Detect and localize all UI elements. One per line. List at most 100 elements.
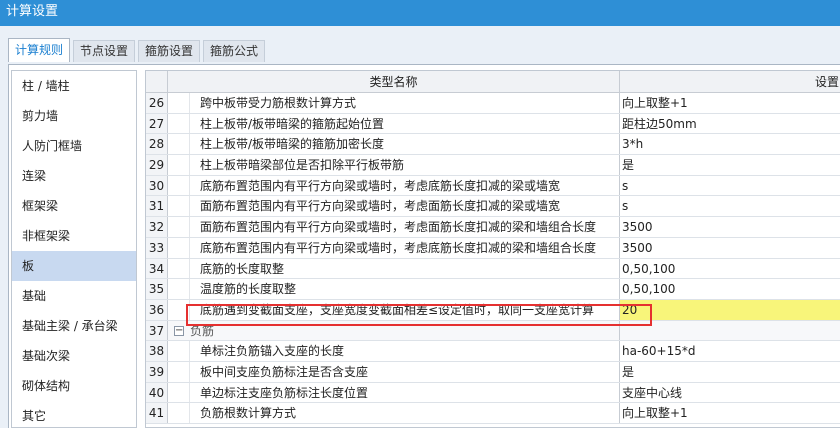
table-row[interactable]: 35 温度筋的长度取整 0,50,100	[146, 279, 840, 300]
sidebar-item-slab[interactable]: 板	[12, 251, 136, 281]
row-indent	[168, 134, 190, 155]
table-row[interactable]: 32 面筋布置范围内有平行方向梁或墙时，考虑面筋长度扣减的梁和墙组合长度 3500	[146, 217, 840, 238]
table-row[interactable]: 30 底筋布置范围内有平行方向梁或墙时，考虑底筋长度扣减的梁或墙宽 s	[146, 175, 840, 197]
row-indent	[168, 196, 190, 217]
row-setting-value[interactable]: 3500	[620, 217, 840, 237]
row-setting-value[interactable]: 支座中心线	[620, 383, 840, 403]
row-type-name: 负筋根数计算方式	[190, 403, 620, 423]
row-type-name: 跨中板带受力筋根数计算方式	[190, 93, 620, 113]
group-header[interactable]: − 负筋	[168, 320, 620, 341]
row-setting-value[interactable]: 距柱边50mm	[620, 114, 840, 134]
row-type-name: 底筋布置范围内有平行方向梁或墙时，考虑底筋长度扣减的梁和墙组合长度	[190, 237, 620, 258]
table-row[interactable]: 39 板中间支座负筋标注是否含支座是	[146, 361, 840, 383]
tab-calc-rules[interactable]: 计算规则	[8, 38, 71, 62]
row-number: 39	[146, 361, 168, 382]
row-setting-value[interactable]: s	[620, 196, 840, 216]
tab-stirrup-formula[interactable]: 箍筋公式	[203, 40, 266, 62]
row-number: 30	[146, 175, 168, 196]
tab-node-settings[interactable]: 节点设置	[73, 40, 136, 62]
sidebar-item-foundation-main-beam[interactable]: 基础主梁 / 承台梁	[12, 311, 136, 341]
row-setting-value[interactable]: 是	[620, 362, 840, 382]
row-type-name: 柱上板带/板带暗梁的箍筋加密长度	[190, 134, 620, 155]
table-row-selected[interactable]: 36 底筋遇到变截面支座，支座宽度变截面相差≤设定值时，取同一支座宽计算 20	[146, 299, 840, 321]
row-number: 29	[146, 155, 168, 175]
sidebar-item-shear-wall[interactable]: 剪力墙	[12, 101, 136, 131]
row-number: 27	[146, 113, 168, 134]
row-type-name: 单标注负筋锚入支座的长度	[190, 341, 620, 361]
row-setting-value[interactable]: 0,50,100	[620, 259, 840, 279]
row-indent	[168, 93, 190, 113]
row-type-name: 柱上板带/板带暗梁的箍筋起始位置	[190, 113, 620, 134]
row-indent	[168, 258, 190, 279]
row-number: 35	[146, 279, 168, 299]
row-number: 28	[146, 134, 168, 155]
group-value-empty	[620, 320, 840, 341]
row-type-name: 底筋布置范围内有平行方向梁或墙时，考虑底筋长度扣减的梁或墙宽	[190, 175, 620, 196]
tab-stirrup-settings[interactable]: 箍筋设置	[138, 40, 201, 62]
table-row[interactable]: 33 底筋布置范围内有平行方向梁或墙时，考虑底筋长度扣减的梁和墙组合长度 3500	[146, 237, 840, 259]
row-setting-value[interactable]: ha-60+15*d	[620, 341, 840, 361]
row-number: 26	[146, 93, 168, 113]
sidebar-item-column[interactable]: 柱 / 墙柱	[12, 71, 136, 101]
sidebar-item-masonry[interactable]: 砌体结构	[12, 371, 136, 401]
row-number: 36	[146, 299, 168, 320]
grid-header: 类型名称 设置	[146, 71, 840, 93]
component-sidebar: 柱 / 墙柱 剪力墙 人防门框墙 连梁 框架梁 非框架梁 板 基础 基础主梁 /…	[11, 70, 137, 428]
row-indent	[168, 403, 190, 423]
row-number: 33	[146, 237, 168, 258]
row-indent	[168, 341, 190, 361]
sidebar-item-non-frame-beam[interactable]: 非框架梁	[12, 221, 136, 251]
sidebar-item-foundation[interactable]: 基础	[12, 281, 136, 311]
row-indent	[168, 361, 190, 382]
table-row[interactable]: 27 柱上板带/板带暗梁的箍筋起始位置 距柱边50mm	[146, 113, 840, 135]
header-setting-value[interactable]: 设置	[620, 71, 840, 93]
table-row[interactable]: 28 柱上板带/板带暗梁的箍筋加密长度 3*h	[146, 134, 840, 156]
collapse-toggle-icon[interactable]: −	[174, 326, 184, 337]
table-row[interactable]: 38 单标注负筋锚入支座的长度 ha-60+15*d	[146, 341, 840, 362]
sidebar-item-other[interactable]: 其它	[12, 401, 136, 428]
row-type-name: 柱上板带暗梁部位是否扣除平行板带筋	[190, 155, 620, 175]
table-row[interactable]: 41 负筋根数计算方式 向上取整+1	[146, 403, 840, 424]
group-row-negative-rebar[interactable]: 37− 负筋	[146, 320, 840, 342]
row-number: 41	[146, 403, 168, 423]
row-type-name: 单边标注支座负筋标注长度位置	[190, 382, 620, 403]
table-row[interactable]: 40 单边标注支座负筋标注长度位置 支座中心线	[146, 382, 840, 404]
row-setting-value[interactable]: 3500	[620, 238, 840, 258]
row-type-name: 温度筋的长度取整	[190, 279, 620, 299]
window-title: 计算设置	[0, 0, 840, 26]
row-setting-value[interactable]: s	[620, 176, 840, 196]
tab-bar: 计算规则 节点设置 箍筋设置 箍筋公式	[8, 38, 268, 62]
row-indent	[168, 217, 190, 237]
row-number: 32	[146, 217, 168, 237]
row-setting-value[interactable]: 0,50,100	[620, 279, 840, 299]
header-type-name[interactable]: 类型名称	[168, 71, 620, 93]
row-number: 37	[146, 320, 168, 341]
row-setting-value[interactable]: 向上取整+1	[620, 403, 840, 423]
sidebar-item-coupling-beam[interactable]: 连梁	[12, 161, 136, 191]
row-indent	[168, 279, 190, 299]
row-indent	[168, 113, 190, 134]
group-label: 负筋	[190, 323, 215, 338]
settings-grid: 类型名称 设置 26 跨中板带受力筋根数计算方式 向上取整+1 27 柱上板带/板带暗…	[145, 70, 840, 428]
sidebar-item-foundation-secondary-beam[interactable]: 基础次梁	[12, 341, 136, 371]
row-setting-value[interactable]: 3*h	[620, 134, 840, 154]
row-setting-value[interactable]: 是	[620, 155, 840, 175]
row-indent	[168, 175, 190, 196]
row-indent	[168, 299, 190, 320]
row-number: 38	[146, 341, 168, 361]
sidebar-item-civil-defense-door[interactable]: 人防门框墙	[12, 131, 136, 161]
row-type-name: 底筋遇到变截面支座，支座宽度变截面相差≤设定值时，取同一支座宽计算	[190, 299, 620, 320]
grid-rows: 26 跨中板带受力筋根数计算方式 向上取整+1 27 柱上板带/板带暗梁的箍筋起始位置…	[146, 93, 840, 424]
row-indent	[168, 155, 190, 175]
table-row[interactable]: 26 跨中板带受力筋根数计算方式 向上取整+1	[146, 93, 840, 114]
row-number: 34	[146, 258, 168, 279]
row-setting-value[interactable]: 向上取整+1	[620, 93, 840, 113]
table-row[interactable]: 29 柱上板带暗梁部位是否扣除平行板带筋是	[146, 155, 840, 176]
table-row[interactable]: 34 底筋的长度取整 0,50,100	[146, 258, 840, 280]
row-type-name: 底筋的长度取整	[190, 258, 620, 279]
row-type-name: 面筋布置范围内有平行方向梁或墙时，考虑面筋长度扣减的梁或墙宽	[190, 196, 620, 217]
row-type-name: 板中间支座负筋标注是否含支座	[190, 361, 620, 382]
sidebar-item-frame-beam[interactable]: 框架梁	[12, 191, 136, 221]
table-row[interactable]: 31 面筋布置范围内有平行方向梁或墙时，考虑面筋长度扣减的梁或墙宽 s	[146, 196, 840, 218]
row-setting-value-input[interactable]: 20	[620, 299, 840, 320]
